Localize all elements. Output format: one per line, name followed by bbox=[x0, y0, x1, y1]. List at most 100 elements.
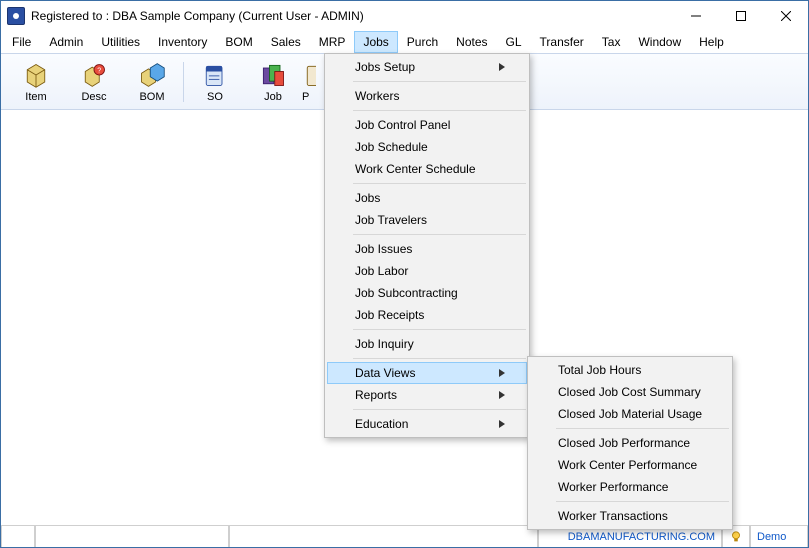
menu-item-label: Job Receipts bbox=[355, 308, 424, 322]
toolbar-job[interactable]: Job bbox=[244, 61, 302, 103]
submenu-work-center-performance[interactable]: Work Center Performance bbox=[530, 454, 730, 476]
menu-item-label: Workers bbox=[355, 89, 399, 103]
menu-education[interactable]: Education bbox=[327, 413, 527, 435]
submenu-closed-job-performance[interactable]: Closed Job Performance bbox=[530, 432, 730, 454]
menu-item-label: Closed Job Material Usage bbox=[558, 407, 702, 421]
toolbar-item-label: Item bbox=[25, 91, 46, 103]
menu-job-labor[interactable]: Job Labor bbox=[327, 260, 527, 282]
status-demo[interactable]: Demo bbox=[750, 526, 808, 547]
menu-transfer[interactable]: Transfer bbox=[531, 31, 593, 53]
item-icon bbox=[22, 61, 50, 89]
menu-item-label: Job Issues bbox=[355, 242, 412, 256]
menu-item-label: Job Labor bbox=[355, 264, 408, 278]
menu-file[interactable]: File bbox=[3, 31, 40, 53]
menu-item-label: Closed Job Cost Summary bbox=[558, 385, 701, 399]
menu-workers[interactable]: Workers bbox=[327, 85, 527, 107]
lightbulb-icon bbox=[729, 530, 743, 544]
toolbar-item[interactable]: Item bbox=[7, 61, 65, 103]
minimize-button[interactable] bbox=[673, 1, 718, 31]
status-cell-1 bbox=[1, 526, 35, 547]
menu-job-receipts[interactable]: Job Receipts bbox=[327, 304, 527, 326]
status-cell-2 bbox=[35, 526, 229, 547]
close-button[interactable] bbox=[763, 1, 808, 31]
menu-notes[interactable]: Notes bbox=[447, 31, 496, 53]
menu-sales[interactable]: Sales bbox=[262, 31, 310, 53]
menu-separator bbox=[353, 81, 526, 82]
jobs-dropdown: Jobs Setup Workers Job Control Panel Job… bbox=[324, 53, 530, 438]
menu-job-schedule[interactable]: Job Schedule bbox=[327, 136, 527, 158]
menu-help[interactable]: Help bbox=[690, 31, 733, 53]
menubar: File Admin Utilities Inventory BOM Sales… bbox=[1, 31, 808, 53]
menu-purch[interactable]: Purch bbox=[398, 31, 447, 53]
menu-jobs-list[interactable]: Jobs bbox=[327, 187, 527, 209]
submenu-closed-job-cost-summary[interactable]: Closed Job Cost Summary bbox=[530, 381, 730, 403]
menu-inventory[interactable]: Inventory bbox=[149, 31, 216, 53]
titlebar: Registered to : DBA Sample Company (Curr… bbox=[1, 1, 808, 31]
toolbar-job-label: Job bbox=[264, 91, 282, 103]
menu-bom[interactable]: BOM bbox=[216, 31, 261, 53]
bom-icon bbox=[138, 61, 166, 89]
menu-gl[interactable]: GL bbox=[497, 31, 531, 53]
menu-job-travelers[interactable]: Job Travelers bbox=[327, 209, 527, 231]
p-icon bbox=[302, 61, 316, 89]
menu-item-label: Job Inquiry bbox=[355, 337, 414, 351]
toolbar-desc[interactable]: ? Desc bbox=[65, 61, 123, 103]
menu-admin[interactable]: Admin bbox=[40, 31, 92, 53]
menu-item-label: Job Control Panel bbox=[355, 118, 450, 132]
menu-separator bbox=[353, 409, 526, 410]
menu-separator bbox=[556, 428, 729, 429]
menu-data-views[interactable]: Data Views bbox=[327, 362, 527, 384]
menu-window[interactable]: Window bbox=[629, 31, 690, 53]
menu-item-label: Jobs Setup bbox=[355, 60, 415, 74]
menu-tax[interactable]: Tax bbox=[593, 31, 630, 53]
menu-jobs[interactable]: Jobs bbox=[354, 31, 397, 53]
app-window: Registered to : DBA Sample Company (Curr… bbox=[0, 0, 809, 548]
menu-mrp[interactable]: MRP bbox=[310, 31, 355, 53]
menu-job-subcontracting[interactable]: Job Subcontracting bbox=[327, 282, 527, 304]
menu-item-label: Job Travelers bbox=[355, 213, 427, 227]
toolbar-desc-label: Desc bbox=[81, 91, 106, 103]
menu-separator bbox=[353, 110, 526, 111]
toolbar-p-label: P bbox=[302, 91, 309, 103]
data-views-submenu: Total Job Hours Closed Job Cost Summary … bbox=[527, 356, 733, 530]
job-icon bbox=[259, 61, 287, 89]
desc-icon: ? bbox=[80, 61, 108, 89]
submenu-arrow-icon bbox=[499, 60, 505, 74]
maximize-button[interactable] bbox=[718, 1, 763, 31]
menu-item-label: Worker Performance bbox=[558, 480, 668, 494]
toolbar-bom[interactable]: BOM bbox=[123, 61, 181, 103]
menu-item-label: Jobs bbox=[355, 191, 380, 205]
menu-work-center-schedule[interactable]: Work Center Schedule bbox=[327, 158, 527, 180]
menu-reports[interactable]: Reports bbox=[327, 384, 527, 406]
submenu-worker-transactions[interactable]: Worker Transactions bbox=[530, 505, 730, 527]
menu-item-label: Work Center Performance bbox=[558, 458, 697, 472]
submenu-arrow-icon bbox=[499, 417, 505, 431]
menu-separator bbox=[353, 234, 526, 235]
menu-separator bbox=[353, 329, 526, 330]
svg-text:?: ? bbox=[97, 67, 101, 74]
menu-job-control-panel[interactable]: Job Control Panel bbox=[327, 114, 527, 136]
menu-item-label: Reports bbox=[355, 388, 397, 402]
menu-jobs-setup[interactable]: Jobs Setup bbox=[327, 56, 527, 78]
menu-item-label: Data Views bbox=[355, 366, 415, 380]
menu-utilities[interactable]: Utilities bbox=[92, 31, 149, 53]
menu-job-inquiry[interactable]: Job Inquiry bbox=[327, 333, 527, 355]
menu-item-label: Total Job Hours bbox=[558, 363, 641, 377]
menu-item-label: Education bbox=[355, 417, 408, 431]
submenu-closed-job-material-usage[interactable]: Closed Job Material Usage bbox=[530, 403, 730, 425]
submenu-total-job-hours[interactable]: Total Job Hours bbox=[530, 359, 730, 381]
toolbar-bom-label: BOM bbox=[139, 91, 164, 103]
menu-item-label: Closed Job Performance bbox=[558, 436, 690, 450]
submenu-arrow-icon bbox=[499, 388, 505, 402]
submenu-worker-performance[interactable]: Worker Performance bbox=[530, 476, 730, 498]
menu-job-issues[interactable]: Job Issues bbox=[327, 238, 527, 260]
toolbar-so[interactable]: SO bbox=[186, 61, 244, 103]
toolbar-so-label: SO bbox=[207, 91, 223, 103]
so-icon bbox=[201, 61, 229, 89]
menu-separator bbox=[353, 358, 526, 359]
toolbar-separator bbox=[183, 62, 184, 102]
submenu-arrow-icon bbox=[499, 366, 505, 380]
menu-separator bbox=[556, 501, 729, 502]
menu-item-label: Job Schedule bbox=[355, 140, 428, 154]
status-cell-3 bbox=[229, 526, 538, 547]
